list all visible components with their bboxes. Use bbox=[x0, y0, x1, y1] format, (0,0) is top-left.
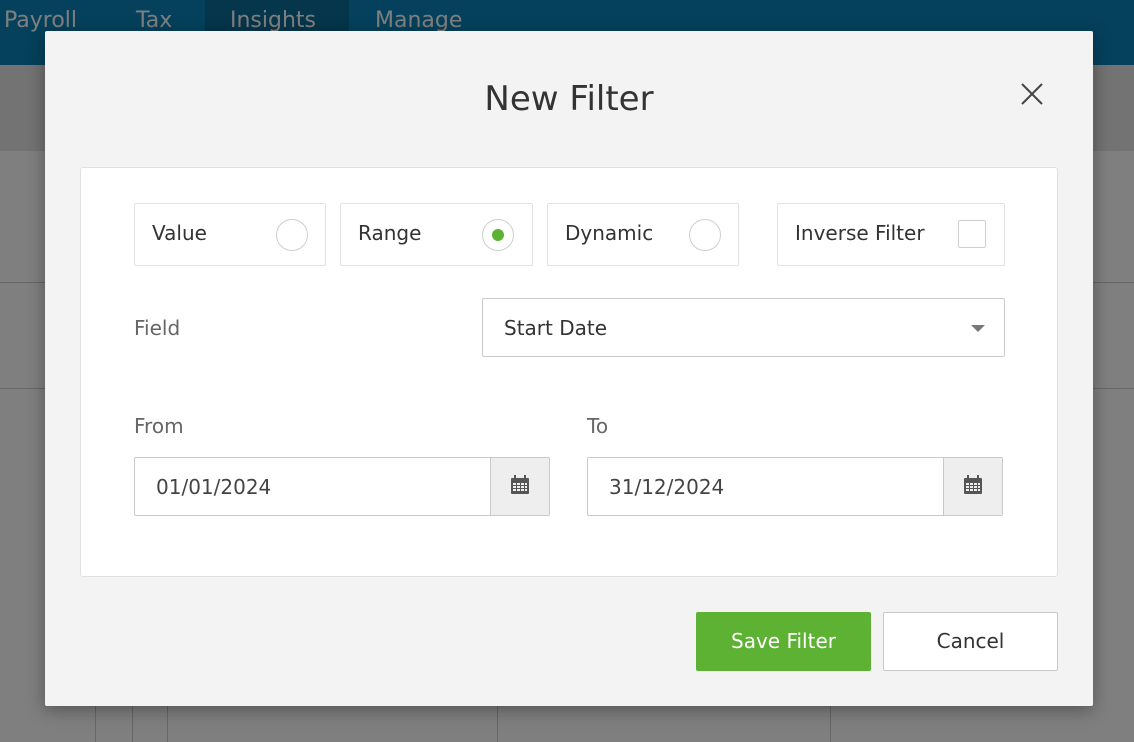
radio-selected-dot bbox=[492, 229, 504, 241]
chevron-down-icon bbox=[971, 325, 985, 332]
save-filter-button[interactable]: Save Filter bbox=[696, 612, 871, 671]
filter-type-dynamic-option[interactable]: Dynamic bbox=[547, 203, 739, 266]
new-filter-dialog: New Filter Value Range Dynamic Inverse F… bbox=[45, 31, 1093, 706]
value-radio[interactable] bbox=[276, 219, 308, 251]
from-date-picker bbox=[134, 457, 550, 516]
from-date-input[interactable] bbox=[135, 458, 491, 515]
to-date-input[interactable] bbox=[588, 458, 944, 515]
to-label: To bbox=[587, 414, 609, 438]
cancel-button[interactable]: Cancel bbox=[883, 612, 1058, 671]
filter-type-label: Value bbox=[152, 221, 207, 245]
inverse-filter-option[interactable]: Inverse Filter bbox=[777, 203, 1005, 266]
filter-type-label: Dynamic bbox=[565, 221, 654, 245]
close-button[interactable] bbox=[1017, 79, 1047, 109]
field-select-value: Start Date bbox=[504, 316, 608, 340]
filter-type-value-option[interactable]: Value bbox=[134, 203, 326, 266]
filter-settings-panel: Value Range Dynamic Inverse Filter Field… bbox=[80, 167, 1058, 577]
range-radio[interactable] bbox=[482, 219, 514, 251]
field-select[interactable]: Start Date bbox=[482, 298, 1005, 357]
inverse-filter-label: Inverse Filter bbox=[795, 221, 925, 245]
to-date-picker bbox=[587, 457, 1003, 516]
filter-type-label: Range bbox=[358, 221, 422, 245]
from-calendar-button[interactable] bbox=[490, 458, 549, 515]
from-label: From bbox=[134, 414, 184, 438]
dialog-title: New Filter bbox=[484, 79, 654, 119]
close-icon bbox=[1017, 79, 1047, 109]
field-label: Field bbox=[134, 316, 181, 340]
inverse-filter-checkbox[interactable] bbox=[958, 220, 986, 248]
to-calendar-button[interactable] bbox=[943, 458, 1002, 515]
filter-type-range-option[interactable]: Range bbox=[340, 203, 533, 266]
dynamic-radio[interactable] bbox=[689, 219, 721, 251]
